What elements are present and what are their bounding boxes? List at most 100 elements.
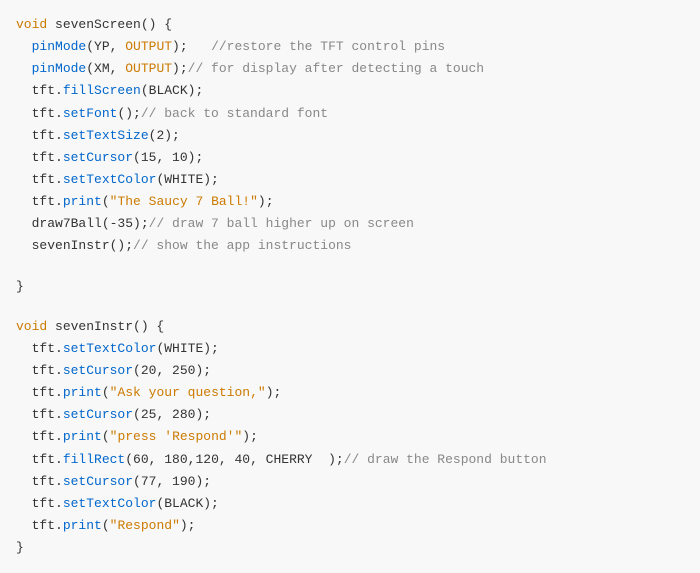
code-text: (15, 10); <box>133 150 203 165</box>
code-text: (YP, <box>86 39 125 54</box>
code-text: (60, 180,120, 40, CHERRY ); <box>125 452 343 467</box>
string-literal: "Ask your question," <box>110 385 266 400</box>
code-container: void sevenScreen() { pinMode(YP, OUTPUT)… <box>0 0 700 573</box>
string-literal: "press 'Respond'" <box>110 429 243 444</box>
comment: // draw 7 ball higher up on screen <box>149 216 414 231</box>
code-text: (20, 250); <box>133 363 211 378</box>
code-text: ); <box>180 518 196 533</box>
code-line: tft.setCursor(15, 10); <box>0 147 700 169</box>
code-line: tft.print("press 'Respond'"); <box>0 426 700 448</box>
code-line: tft.setTextSize(2); <box>0 125 700 147</box>
code-text: (25, 280); <box>133 407 211 422</box>
method-name: pinMode <box>32 61 87 76</box>
code-line: pinMode(XM, OUTPUT);// for display after… <box>0 58 700 80</box>
method-name: setTextColor <box>63 341 157 356</box>
code-text: ); <box>242 429 258 444</box>
object: tft. <box>32 407 63 422</box>
comment: // back to standard font <box>141 106 328 121</box>
method-name: setTextColor <box>63 496 157 511</box>
object: tft. <box>32 341 63 356</box>
code-line: tft.fillScreen(BLACK); <box>0 80 700 102</box>
comment: // for display after detecting a touch <box>188 61 484 76</box>
object: tft. <box>32 150 63 165</box>
code-text: draw7Ball(-35); <box>32 216 149 231</box>
method-name: print <box>63 429 102 444</box>
constant: OUTPUT <box>125 61 172 76</box>
code-text: ); <box>172 61 188 76</box>
code-line: tft.setFont();// back to standard font <box>0 103 700 125</box>
code-text: ); <box>266 385 282 400</box>
code-line: pinMode(YP, OUTPUT); //restore the TFT c… <box>0 36 700 58</box>
comment: // show the app instructions <box>133 238 351 253</box>
comment: //restore the TFT control pins <box>203 39 445 54</box>
code-line: tft.setCursor(77, 190); <box>0 471 700 493</box>
code-text: sevenScreen() { <box>47 17 172 32</box>
object: tft. <box>32 518 63 533</box>
object: tft. <box>32 363 63 378</box>
method-name: pinMode <box>32 39 87 54</box>
code-line: tft.print("Ask your question,"); <box>0 382 700 404</box>
object: tft. <box>32 496 63 511</box>
code-line: tft.print("The Saucy 7 Ball!"); <box>0 191 700 213</box>
method-name: setCursor <box>63 474 133 489</box>
code-line: } <box>0 537 700 559</box>
code-text: ( <box>102 194 110 209</box>
code-line: void sevenScreen() { <box>0 14 700 36</box>
code-line: tft.setCursor(25, 280); <box>0 404 700 426</box>
code-text: (WHITE); <box>156 172 218 187</box>
string-literal: "The Saucy 7 Ball!" <box>110 194 258 209</box>
code-text: sevenInstr() { <box>47 319 164 334</box>
code-text: (BLACK); <box>156 496 218 511</box>
code-text: (2); <box>149 128 180 143</box>
code-line: } <box>0 276 700 298</box>
method-name: setCursor <box>63 363 133 378</box>
object: tft. <box>32 172 63 187</box>
object: tft. <box>32 429 63 444</box>
code-line: tft.print("Respond"); <box>0 515 700 537</box>
code-line: tft.setTextColor(BLACK); <box>0 493 700 515</box>
code-line: draw7Ball(-35);// draw 7 ball higher up … <box>0 213 700 235</box>
code-text: ); <box>172 39 203 54</box>
method-name: setTextColor <box>63 172 157 187</box>
method-name: print <box>63 194 102 209</box>
code-text: ( <box>102 385 110 400</box>
method-name: print <box>63 518 102 533</box>
method-name: fillRect <box>63 452 125 467</box>
comment: // draw the Respond button <box>344 452 547 467</box>
string-literal: "Respond" <box>110 518 180 533</box>
code-line: tft.setTextColor(WHITE); <box>0 338 700 360</box>
object: tft. <box>32 128 63 143</box>
blank-line <box>0 258 700 276</box>
object: tft. <box>32 385 63 400</box>
object: tft. <box>32 194 63 209</box>
code-text: } <box>16 540 24 555</box>
code-text: (XM, <box>86 61 125 76</box>
method-name: print <box>63 385 102 400</box>
object: tft. <box>32 474 63 489</box>
code-text: } <box>16 279 24 294</box>
method-name: setCursor <box>63 150 133 165</box>
code-block: void sevenScreen() { pinMode(YP, OUTPUT)… <box>0 10 700 563</box>
code-line: sevenInstr();// show the app instruction… <box>0 235 700 257</box>
constant: OUTPUT <box>125 39 172 54</box>
method-name: fillScreen <box>63 83 141 98</box>
keyword: void <box>16 17 47 32</box>
code-text: ); <box>258 194 274 209</box>
object: tft. <box>32 106 63 121</box>
blank-line <box>0 298 700 316</box>
code-line: tft.setCursor(20, 250); <box>0 360 700 382</box>
method-name: setCursor <box>63 407 133 422</box>
code-text: sevenInstr(); <box>32 238 133 253</box>
method-name: setFont <box>63 106 118 121</box>
code-line: void sevenInstr() { <box>0 316 700 338</box>
object: tft. <box>32 83 63 98</box>
code-text: (WHITE); <box>156 341 218 356</box>
keyword: void <box>16 319 47 334</box>
code-text: (BLACK); <box>141 83 203 98</box>
code-text: (77, 190); <box>133 474 211 489</box>
code-line: tft.fillRect(60, 180,120, 40, CHERRY );/… <box>0 449 700 471</box>
code-text: ( <box>102 518 110 533</box>
object: tft. <box>32 452 63 467</box>
code-text: (); <box>117 106 140 121</box>
method-name: setTextSize <box>63 128 149 143</box>
